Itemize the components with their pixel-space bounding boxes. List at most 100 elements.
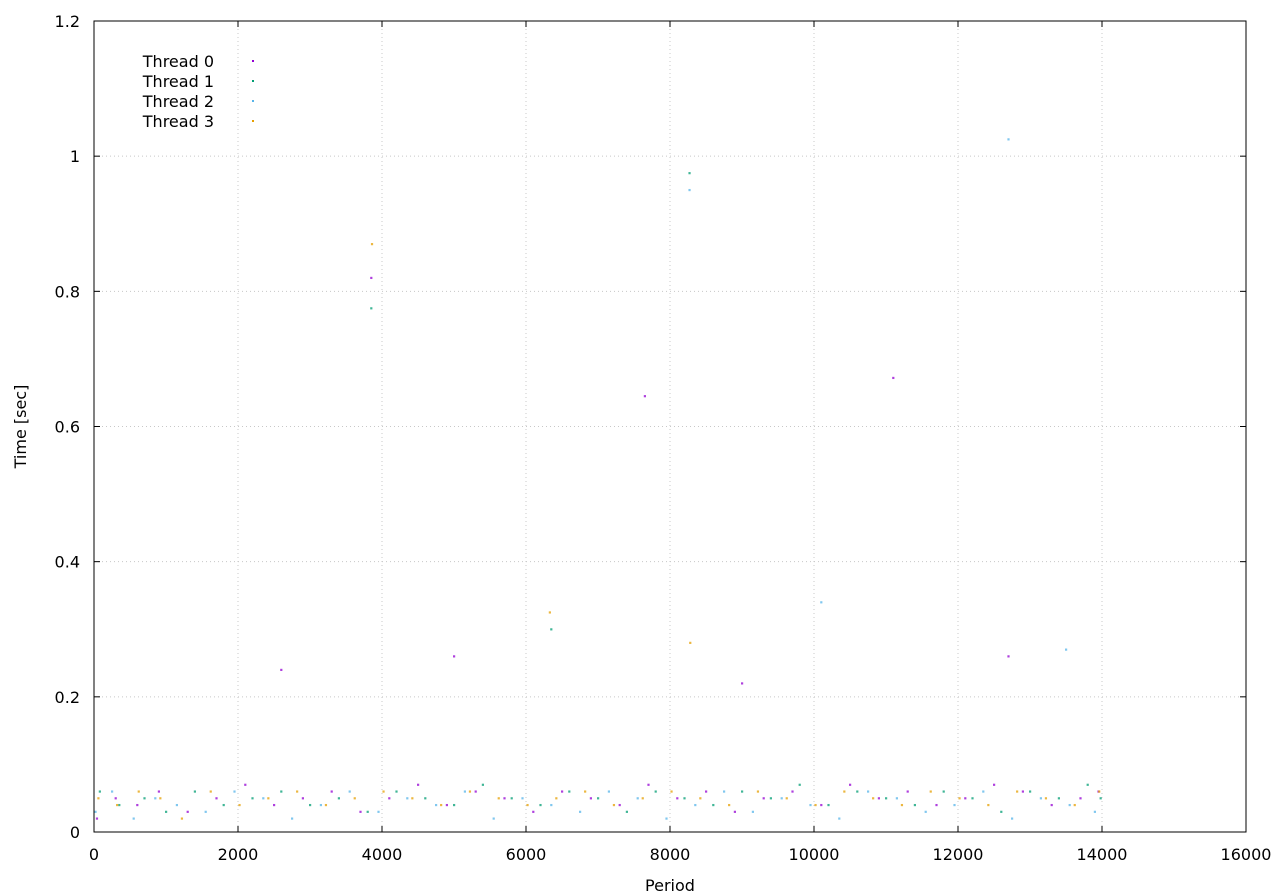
data-point [417, 783, 420, 786]
data-point [1093, 810, 1096, 813]
data-point [251, 797, 254, 800]
data-point [1011, 817, 1014, 820]
data-point [1029, 790, 1032, 793]
data-point [647, 783, 650, 786]
data-point [468, 790, 472, 793]
data-point [827, 803, 830, 807]
data-point [424, 797, 427, 800]
data-point [683, 797, 686, 800]
data-point [993, 783, 996, 786]
data-point [532, 810, 535, 813]
data-point [1068, 803, 1071, 807]
scatter-chart: 0 2000 4000 6000 8000 10000 12000 14000 16000 0 0.… [11, 12, 1272, 895]
data-point [359, 810, 362, 813]
data-point [555, 797, 558, 800]
data-point [1050, 803, 1053, 807]
data-point [688, 188, 691, 192]
x-tick-label: 2000 [218, 845, 259, 864]
data-point [193, 790, 196, 793]
data-point [820, 803, 823, 807]
data-point [1007, 138, 1010, 141]
data-point [699, 797, 702, 800]
data-point [175, 803, 178, 807]
legend-label: Thread 0 [142, 52, 214, 71]
data-point [665, 817, 668, 820]
data-point [820, 601, 823, 604]
data-point [589, 797, 592, 800]
data-point [935, 803, 938, 807]
data-point [291, 817, 294, 820]
data-point [324, 803, 328, 807]
data-point [780, 797, 783, 800]
x-tick-label: 8000 [650, 845, 691, 864]
y-tick-label: 0.4 [55, 553, 80, 572]
data-point [280, 790, 283, 793]
data-point [636, 797, 639, 800]
data-point [492, 817, 495, 820]
data-point [337, 797, 340, 800]
data-point [435, 803, 438, 807]
data-point [867, 790, 870, 793]
data-point [676, 797, 679, 800]
data-point [136, 803, 139, 807]
data-point [370, 276, 373, 280]
data-point [319, 803, 322, 807]
data-point [204, 810, 207, 813]
data-point [561, 790, 564, 793]
data-point [1044, 797, 1048, 800]
data-point [607, 790, 610, 793]
data-point [159, 797, 162, 800]
data-point [353, 797, 356, 800]
data-point [137, 790, 140, 793]
data-point [1007, 655, 1010, 658]
data-point [654, 790, 657, 793]
data-point [1065, 648, 1068, 651]
data-point [924, 810, 927, 813]
data-point [510, 797, 513, 800]
data-point [453, 803, 456, 807]
x-tick-label: 10000 [789, 845, 840, 864]
data-point [116, 803, 119, 807]
data-point [526, 803, 529, 807]
data-point [296, 790, 299, 793]
data-point [728, 803, 731, 807]
y-tick-label: 0 [70, 823, 80, 842]
data-point [497, 797, 500, 800]
ticks-layer: 0 2000 4000 6000 8000 10000 12000 14000 16000 0 0.… [55, 12, 1272, 864]
data-point [618, 803, 621, 807]
data-point [411, 797, 414, 800]
data-point [798, 783, 801, 786]
data-point [612, 803, 616, 807]
data-point [157, 790, 160, 793]
data-point [953, 803, 956, 807]
series-0-points [95, 276, 1100, 820]
data-point [1086, 783, 1089, 786]
legend-marker [252, 60, 254, 62]
data-point [273, 803, 276, 807]
data-point [670, 790, 673, 793]
data-point [791, 790, 794, 793]
data-point [445, 803, 448, 807]
y-axis-label: Time [sec] [11, 385, 30, 470]
data-point [929, 790, 932, 793]
data-point [971, 797, 974, 800]
data-point [215, 797, 218, 800]
data-point [741, 790, 744, 793]
data-point [689, 641, 692, 644]
x-tick-label: 16000 [1221, 845, 1272, 864]
data-point [180, 817, 184, 820]
y-tick-label: 0.6 [55, 418, 80, 437]
data-point [463, 790, 466, 793]
data-point [114, 797, 117, 800]
data-point [370, 307, 373, 310]
data-point [209, 790, 212, 793]
legend-marker [252, 100, 254, 102]
data-point [481, 783, 484, 786]
data-point [95, 817, 99, 820]
x-tick-label: 0 [89, 845, 99, 864]
legend-label: Thread 3 [142, 112, 214, 131]
data-point [814, 803, 817, 807]
data-point [885, 797, 888, 800]
data-point [1000, 810, 1003, 813]
data-point [118, 803, 121, 807]
